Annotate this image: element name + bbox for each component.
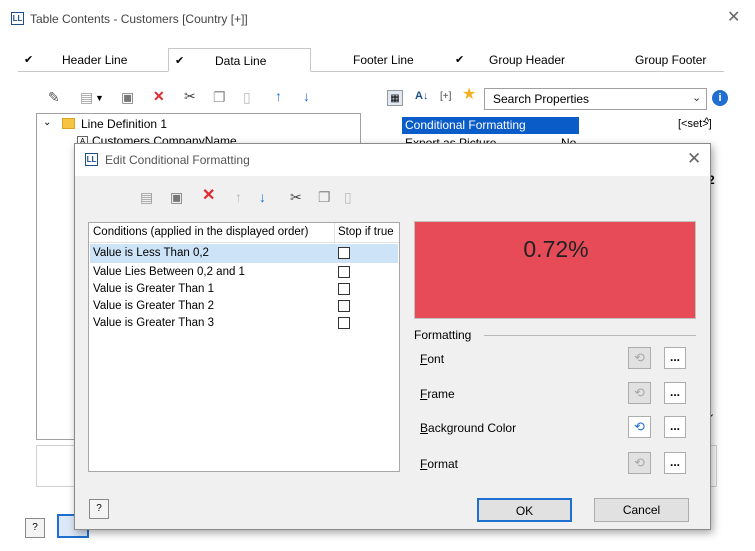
folder-icon: [62, 118, 75, 129]
info-icon[interactable]: i: [712, 90, 728, 106]
tab-label: Footer Line: [353, 53, 414, 67]
format-frame-label: Frame: [420, 387, 455, 401]
search-placeholder: Search Properties: [493, 92, 590, 106]
expand-chevron-icon[interactable]: ⌄: [43, 117, 51, 128]
tab-data-line[interactable]: ✔ Data Line: [168, 48, 311, 72]
chevron-down-icon[interactable]: ⌄: [692, 91, 701, 104]
stop-if-true-checkbox[interactable]: [338, 300, 350, 312]
table-contents-window: LL Table Contents - Customers [Country […: [0, 0, 755, 551]
move-down-icon[interactable]: ↓: [303, 88, 310, 104]
condition-label: Value is Greater Than 3: [93, 317, 215, 329]
help-icon[interactable]: ?: [25, 518, 45, 538]
checkmark-icon: ✔: [455, 54, 465, 66]
favorites-star-icon[interactable]: ★: [462, 87, 476, 103]
column-divider: [334, 223, 335, 243]
wand-icon[interactable]: ✎: [48, 89, 60, 105]
new-item-icon[interactable]: ▤: [80, 89, 93, 105]
expand-all-icon[interactable]: [+]: [440, 89, 451, 105]
paste-icon[interactable]: ▯: [344, 189, 352, 205]
cancel-button[interactable]: Cancel: [594, 498, 689, 522]
tab-label: Data Line: [215, 54, 267, 68]
checkmark-icon: ✔: [175, 55, 185, 67]
paste-icon[interactable]: ▯: [243, 89, 251, 105]
app-logo-icon: LL: [85, 153, 98, 166]
column-header-stop-if-true[interactable]: Stop if true: [338, 226, 394, 238]
stop-if-true-checkbox[interactable]: [338, 247, 350, 259]
background-color-edit-button[interactable]: ...: [664, 416, 686, 438]
preview-value: 0.72%: [523, 236, 589, 262]
move-down-icon[interactable]: ↓: [259, 189, 266, 205]
edit-conditional-formatting-dialog: LL Edit Conditional Formatting ✕ ▤ ▣ ✕ ↑…: [74, 143, 711, 530]
format-background-color-label: Background Color: [420, 421, 517, 435]
tab-label: Group Footer: [635, 53, 707, 67]
condition-label: Value is Less Than 0,2: [93, 247, 209, 259]
format-font-label: Font: [420, 352, 445, 366]
format-edit-button[interactable]: ...: [664, 452, 686, 474]
window-close-icon[interactable]: ✕: [727, 7, 740, 27]
scroll-up-icon[interactable]: ^: [704, 116, 709, 128]
format-format-label: Format: [420, 457, 459, 471]
group-divider: [484, 335, 696, 336]
tab-header-line[interactable]: ✔ Header Line: [18, 48, 166, 72]
tab-bar: ✔ Header Line ✔ Data Line Footer Line ✔ …: [18, 48, 724, 72]
delete-condition-icon[interactable]: ✕: [202, 188, 215, 204]
frame-reset-icon[interactable]: ⟲: [628, 382, 651, 404]
condition-label: Value is Greater Than 2: [93, 300, 215, 312]
tree-item-line-definition[interactable]: Line Definition 1: [81, 117, 167, 131]
delete-icon[interactable]: ✕: [153, 88, 165, 104]
stop-if-true-checkbox[interactable]: [338, 317, 350, 329]
title-bar: LL Table Contents - Customers [Country […: [0, 0, 755, 42]
condition-label: Value is Greater Than 1: [93, 283, 215, 295]
background-color-reset-icon[interactable]: ⟲: [628, 416, 651, 438]
formatting-group-label: Formatting: [414, 328, 472, 342]
dialog-title: Edit Conditional Formatting: [105, 153, 250, 167]
font-edit-button[interactable]: ...: [664, 347, 686, 369]
format-preview: 0.72%: [414, 221, 696, 319]
conditions-list[interactable]: Conditions (applied in the displayed ord…: [88, 222, 400, 472]
property-row-selected[interactable]: Conditional Formatting: [402, 117, 579, 134]
tab-label: Header Line: [62, 53, 128, 67]
frame-edit-button[interactable]: ...: [664, 382, 686, 404]
property-name: Conditional Formatting: [405, 118, 526, 132]
stop-if-true-checkbox[interactable]: [338, 283, 350, 295]
condition-label: Value Lies Between 0,2 and 1: [93, 266, 245, 278]
tab-group-header[interactable]: ✔ Group Header: [455, 48, 585, 72]
app-logo-icon: LL: [11, 12, 24, 25]
cut-icon[interactable]: ✂: [290, 189, 302, 205]
categorized-view-icon[interactable]: ▦: [387, 90, 403, 106]
format-reset-icon[interactable]: ⟲: [628, 452, 651, 474]
window-title: Table Contents - Customers [Country [+]]: [30, 12, 248, 26]
list-header: Conditions (applied in the displayed ord…: [89, 223, 399, 243]
dialog-title-bar: LL Edit Conditional Formatting ✕: [75, 144, 710, 176]
edit-condition-icon[interactable]: ▣: [170, 189, 183, 205]
properties-icon[interactable]: ▣: [121, 89, 134, 105]
condition-row[interactable]: Value is Greater Than 3: [90, 314, 398, 333]
copy-icon[interactable]: ❐: [213, 89, 226, 105]
ok-button[interactable]: OK: [477, 498, 572, 522]
tab-footer-line[interactable]: Footer Line: [313, 48, 453, 72]
font-reset-icon[interactable]: ⟲: [628, 347, 651, 369]
dialog-close-icon[interactable]: ✕: [687, 149, 701, 169]
move-up-icon[interactable]: ↑: [235, 189, 242, 205]
cut-icon[interactable]: ✂: [184, 88, 196, 104]
column-header-conditions[interactable]: Conditions (applied in the displayed ord…: [93, 226, 308, 238]
copy-icon[interactable]: ❐: [318, 189, 331, 205]
property-search-input[interactable]: Search Properties ⌄: [484, 88, 707, 110]
dropdown-arrow-icon[interactable]: ▼: [95, 90, 104, 106]
tab-label: Group Header: [489, 53, 566, 67]
move-up-icon[interactable]: ↑: [275, 88, 282, 104]
tab-group-footer[interactable]: Group Footer: [587, 48, 724, 72]
condition-row[interactable]: Value is Less Than 0,2: [90, 244, 398, 263]
stop-if-true-checkbox[interactable]: [338, 266, 350, 278]
sort-az-icon[interactable]: A↓: [415, 88, 428, 104]
new-condition-icon[interactable]: ▤: [140, 189, 153, 205]
checkmark-icon: ✔: [24, 54, 34, 66]
help-icon[interactable]: ?: [89, 499, 109, 519]
